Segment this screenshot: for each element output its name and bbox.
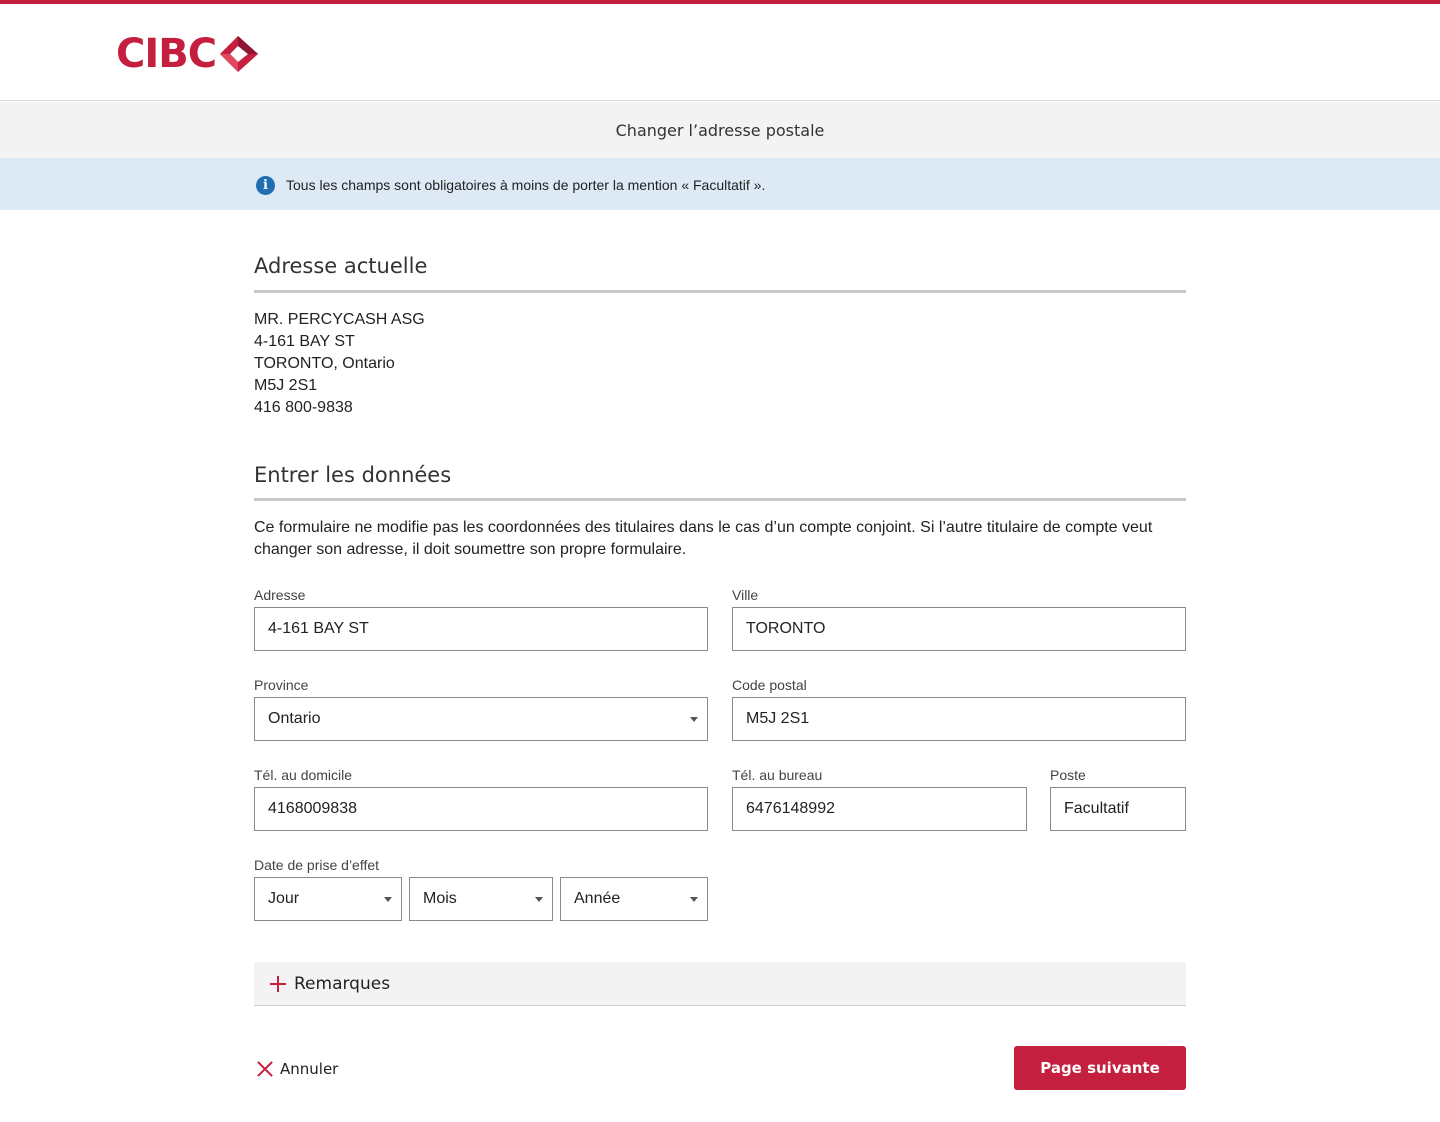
plus-icon [270,975,286,992]
extension-label: Poste [1050,767,1086,783]
province-label: Province [254,677,309,693]
address-value: 4-161 BAY ST [268,620,369,637]
month-select[interactable]: Mois [409,877,553,921]
work-phone-input[interactable]: 6476148992 [732,787,1027,831]
section-divider [254,290,1186,293]
cancel-link[interactable]: Annuler [254,1058,338,1080]
postal-code-value: M5J 2S1 [746,710,810,727]
page-title: Changer l’adresse postale [615,120,825,140]
current-address-heading: Adresse actuelle [254,254,428,278]
current-address-line: 4-161 BAY ST [254,333,355,350]
cancel-label: Annuler [280,1060,339,1078]
joint-account-note: Ce formulaire ne modifie pas les coordon… [254,519,1153,558]
work-phone-value: 6476148992 [746,800,835,817]
close-icon [256,1060,274,1078]
site-header: CIBC [0,4,1440,101]
address-label: Adresse [254,587,306,603]
info-icon: i [256,176,275,195]
cibc-diamond-icon [220,36,259,72]
current-address-line: 416 800-9838 [254,399,353,416]
day-selected-value: Jour [268,890,300,907]
entry-heading: Entrer les données [254,463,452,487]
address-input[interactable]: 4-161 BAY ST [254,607,708,651]
chevron-down-icon [535,897,543,902]
home-phone-value: 4168009838 [268,800,357,817]
province-select[interactable]: Ontario [254,697,708,741]
current-address-line: MR. PERCYCASH ASG [254,311,425,328]
province-selected-value: Ontario [268,710,321,727]
city-label: Ville [732,587,759,603]
work-phone-label: Tél. au bureau [732,767,823,783]
section-divider [254,498,1186,501]
chevron-down-icon [384,897,392,902]
year-select[interactable]: Année [560,877,708,921]
chevron-down-icon [690,717,698,722]
extension-input[interactable]: Facultatif [1050,787,1186,831]
home-phone-input[interactable]: 4168009838 [254,787,708,831]
info-banner-text: Tous les champs sont obligatoires à moin… [286,177,766,193]
effective-date-label: Date de prise d’effet [254,857,380,873]
logo-wordmark: CIBC [116,31,217,77]
chevron-down-icon [690,897,698,902]
next-page-button[interactable]: Page suivante [1014,1046,1186,1090]
extension-placeholder: Facultatif [1064,800,1129,817]
day-select[interactable]: Jour [254,877,402,921]
remarks-label: Remarques [294,973,391,994]
current-address-line: TORONTO, Ontario [254,355,395,372]
remarks-accordion-toggle[interactable]: Remarques [254,962,1186,1006]
city-input[interactable]: TORONTO [732,607,1186,651]
month-selected-value: Mois [423,890,457,907]
city-value: TORONTO [746,620,826,637]
year-selected-value: Année [574,890,621,907]
postal-code-label: Code postal [732,677,807,693]
cibc-logo[interactable]: CIBC [116,34,262,74]
home-phone-label: Tél. au domicile [254,767,353,783]
current-address-line: M5J 2S1 [254,377,318,394]
postal-code-input[interactable]: M5J 2S1 [732,697,1186,741]
page-title-bar: Changer l’adresse postale [0,102,1440,158]
